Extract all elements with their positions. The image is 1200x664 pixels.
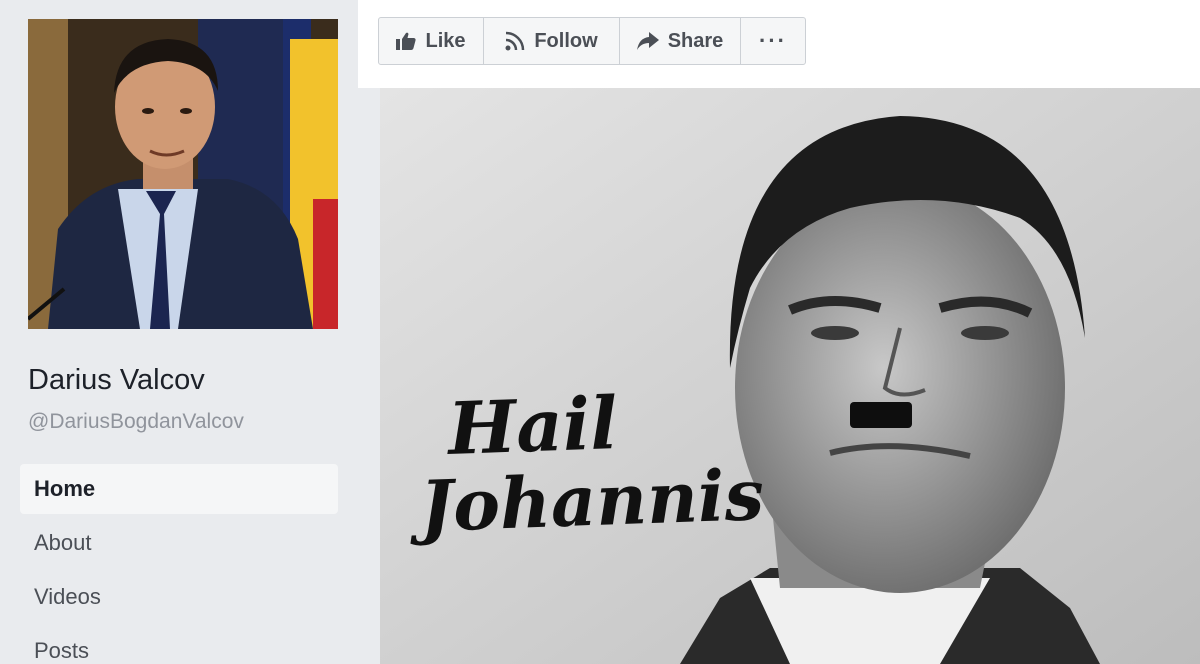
more-options-button[interactable]: ··· — [741, 18, 805, 64]
profile-photo[interactable] — [28, 19, 338, 329]
cover-caption: Hail Johannis — [419, 380, 766, 548]
thumbs-up-icon — [396, 32, 417, 50]
nav-item-home[interactable]: Home — [20, 464, 338, 514]
action-button-group: Like Follow Share ··· — [378, 17, 806, 65]
follow-label: Follow — [534, 29, 598, 52]
cover-photo[interactable]: Hail Johannis — [380, 88, 1200, 664]
page-title: Darius Valcov — [28, 364, 205, 396]
nav-item-videos[interactable]: Videos — [20, 572, 338, 626]
nav-item-posts[interactable]: Posts — [20, 626, 338, 664]
rss-icon — [505, 31, 525, 51]
page-nav: Home About Videos Posts — [20, 464, 338, 664]
like-button[interactable]: Like — [379, 18, 484, 64]
cover-caption-line-1: Hail — [446, 380, 619, 471]
share-label: Share — [667, 29, 724, 52]
like-label: Like — [425, 29, 466, 52]
nav-item-about[interactable]: About — [20, 518, 338, 572]
left-column: Darius Valcov @DariusBogdanValcov Home A… — [0, 0, 358, 664]
share-button[interactable]: Share — [620, 18, 741, 64]
page-handle[interactable]: @DariusBogdanValcov — [28, 410, 244, 434]
main-column: Like Follow Share ··· Hail Johannis — [358, 0, 1200, 664]
share-arrow-icon — [636, 32, 659, 50]
cover-caption-line-2: Johannis — [418, 453, 766, 548]
follow-button[interactable]: Follow — [484, 18, 620, 64]
action-bar: Like Follow Share ··· — [358, 0, 1200, 88]
